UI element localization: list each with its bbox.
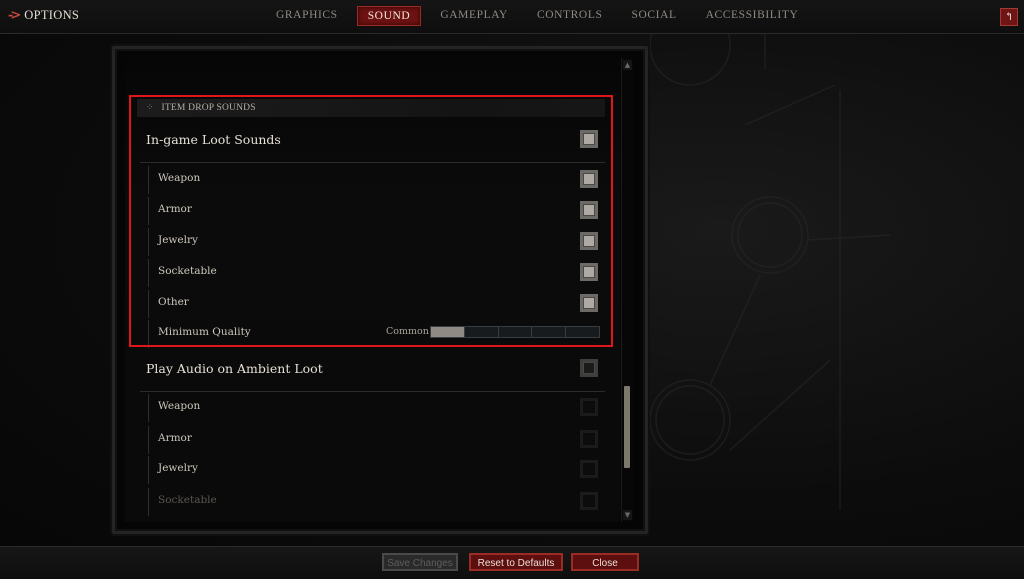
tab-accessibility[interactable]: ACCESSIBILITY — [696, 6, 809, 26]
scroll-down-button[interactable]: ▼ — [623, 510, 632, 520]
tree-line — [148, 426, 149, 454]
setting-label: Weapon — [158, 400, 201, 412]
setting-label: Play Audio on Ambient Loot — [146, 361, 323, 376]
setting-ambient-weapon: Weapon — [140, 394, 605, 422]
setting-label: Armor — [158, 432, 192, 444]
tree-line — [148, 394, 149, 422]
footer-bar: Save Changes Reset to Defaults Close — [0, 546, 1024, 579]
tab-bar: GRAPHICS SOUND GAMEPLAY CONTROLS SOCIAL … — [266, 6, 817, 26]
setting-ambient-jewelry: Jewelry — [140, 456, 605, 484]
divider — [140, 391, 605, 392]
tab-social[interactable]: SOCIAL — [621, 6, 686, 26]
tab-controls[interactable]: CONTROLS — [527, 6, 613, 26]
top-bar: -> OPTIONS GRAPHICS SOUND GAMEPLAY CONTR… — [0, 0, 1024, 34]
save-changes-button[interactable]: Save Changes — [382, 553, 458, 571]
background-ornament — [650, 30, 891, 510]
tab-sound[interactable]: SOUND — [356, 6, 422, 26]
close-button[interactable]: Close — [571, 553, 639, 571]
reset-to-defaults-button[interactable]: Reset to Defaults — [469, 553, 563, 571]
return-arrow-icon: ↰ — [1004, 10, 1014, 23]
ambient-jewelry-checkbox[interactable] — [580, 460, 598, 478]
ambient-armor-checkbox[interactable] — [580, 430, 598, 448]
options-title: OPTIONS — [24, 8, 80, 22]
setting-ambient-loot: Play Audio on Ambient Loot — [140, 356, 605, 392]
setting-ambient-armor: Armor — [140, 426, 605, 454]
tab-gameplay[interactable]: GAMEPLAY — [430, 6, 518, 26]
scroll-up-button[interactable]: ▲ — [623, 60, 632, 70]
ambient-socketable-checkbox[interactable] — [580, 492, 598, 510]
tree-line — [148, 488, 149, 516]
scroll-thumb[interactable] — [624, 386, 630, 468]
highlight-box — [129, 95, 613, 347]
tree-line — [148, 456, 149, 484]
setting-label: Socketable — [158, 494, 217, 506]
tab-graphics[interactable]: GRAPHICS — [266, 6, 348, 26]
setting-label: Jewelry — [158, 462, 198, 474]
back-button[interactable]: ↰ — [1000, 8, 1018, 26]
setting-ambient-socketable: Socketable — [140, 488, 605, 516]
options-title-group: -> OPTIONS — [8, 8, 79, 23]
ambient-loot-checkbox[interactable] — [580, 359, 598, 377]
arrow-right-icon: -> — [8, 8, 21, 23]
ambient-weapon-checkbox[interactable] — [580, 398, 598, 416]
scrollbar[interactable]: ▲ ▼ — [621, 58, 633, 522]
